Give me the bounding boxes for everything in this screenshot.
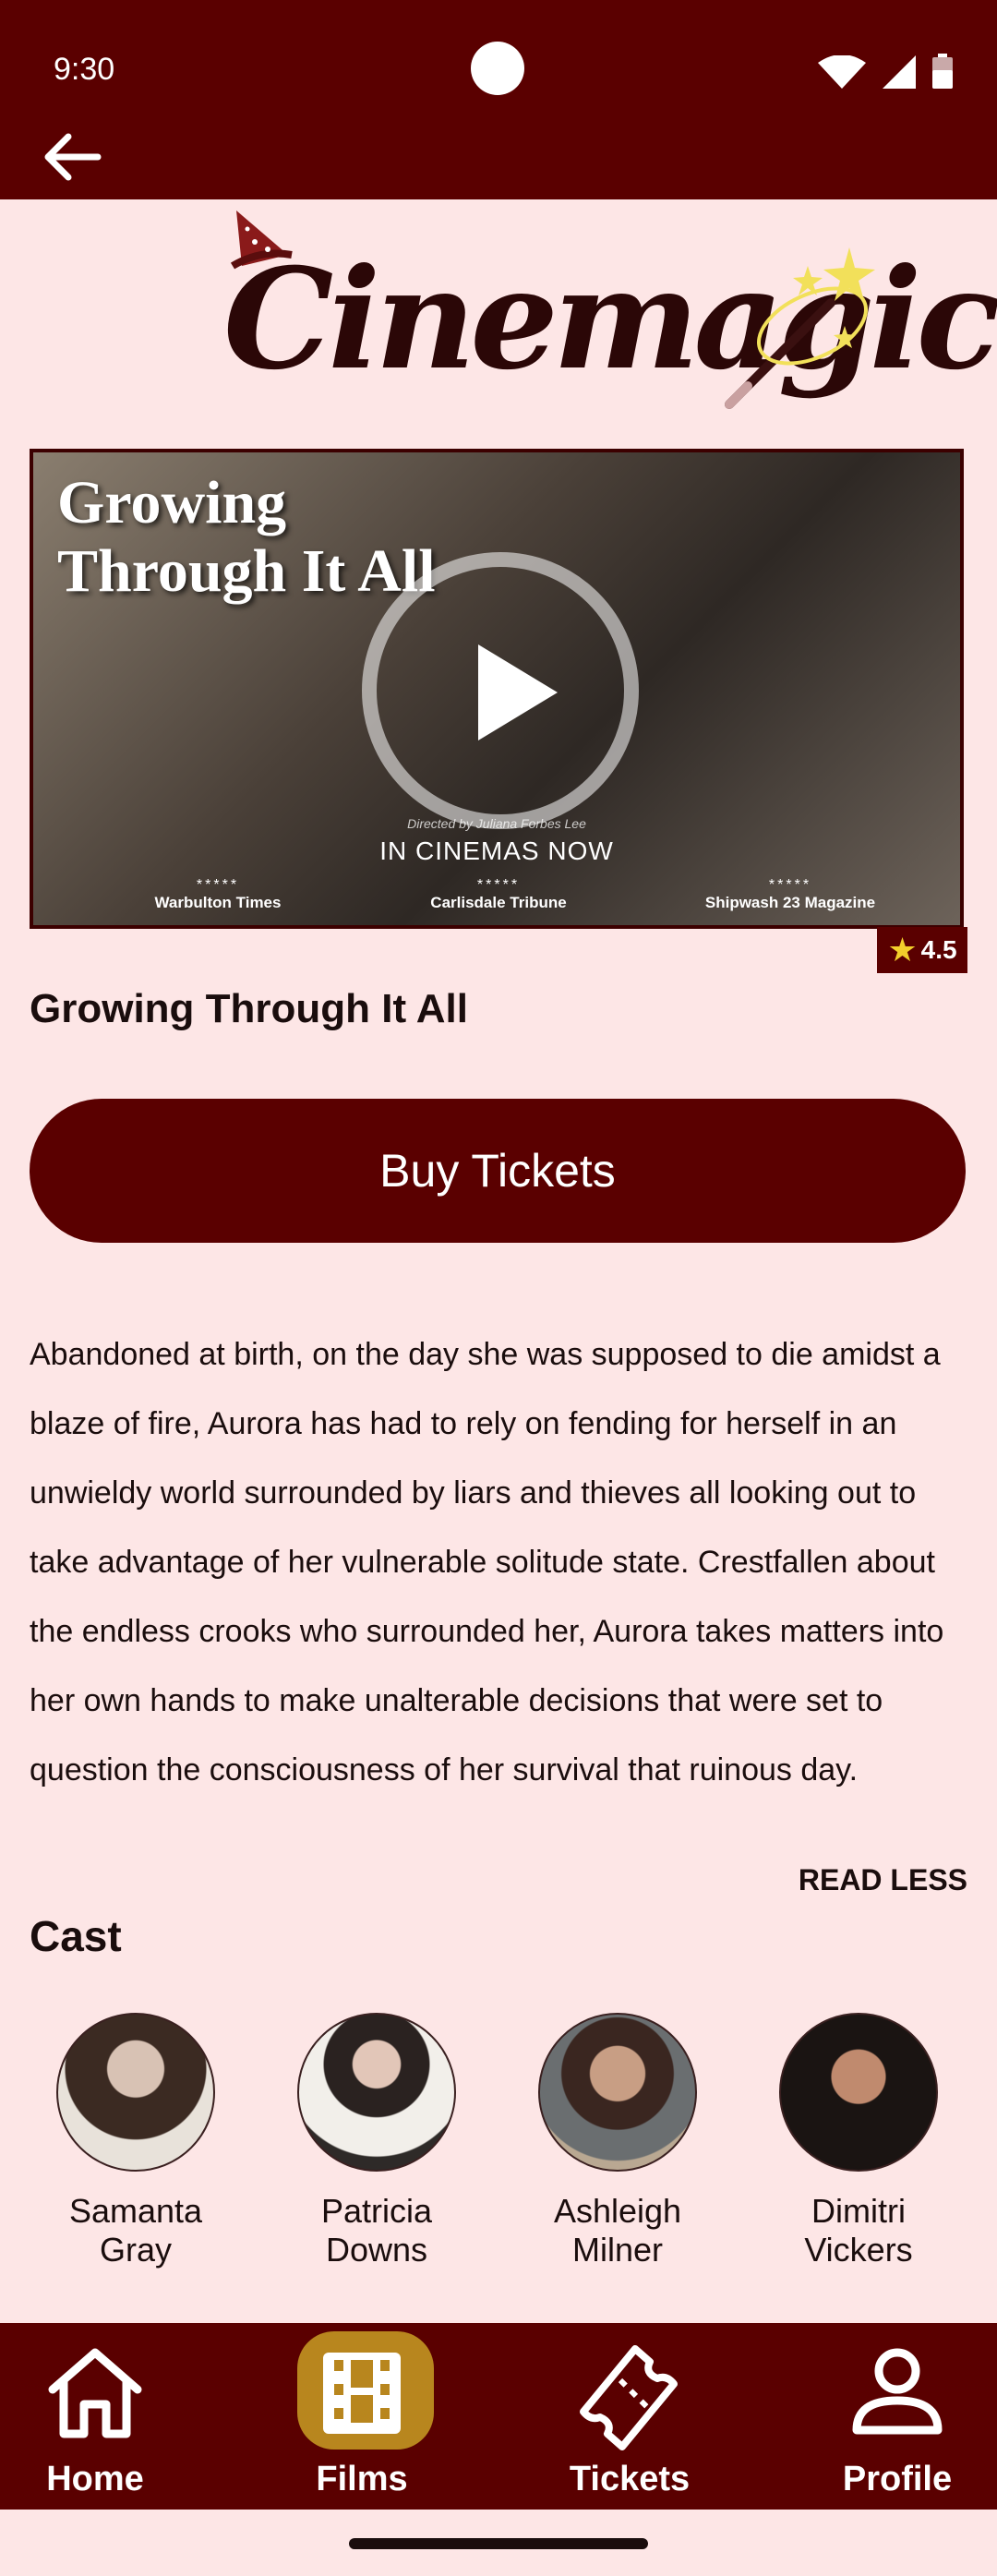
play-button[interactable] (362, 552, 639, 829)
review-item: ***** Shipwash 23 Magazine (652, 877, 929, 912)
film-icon (323, 2353, 401, 2434)
cast-member[interactable]: Ashleigh Milner (511, 2013, 724, 2269)
rating-badge: ★ 4.5 (877, 927, 967, 973)
signal-icon (883, 55, 916, 89)
banner-tagline: IN CINEMAS NOW (379, 837, 614, 865)
nav-label: Profile (842, 2460, 953, 2498)
cast-name: Patricia Downs (320, 2192, 433, 2269)
cast-name: Dimitri Vickers (804, 2192, 913, 2269)
cast-name: Ashleigh Milner (553, 2192, 682, 2269)
status-icons (818, 54, 953, 89)
review-stars: ***** (196, 877, 240, 893)
cast-member[interactable]: Patricia Downs (270, 2013, 483, 2269)
banner-title: Growing Through It All (57, 469, 436, 605)
avatar (779, 2013, 938, 2172)
wifi-icon (818, 55, 866, 89)
avatar (297, 2013, 456, 2172)
nav-profile[interactable]: Profile (805, 2323, 990, 2510)
trailer-banner[interactable]: Growing Through It All Directed by Julia… (30, 449, 964, 929)
review-source: Shipwash 23 Magazine (704, 894, 876, 911)
nav-home[interactable]: Home (3, 2323, 187, 2510)
arrow-left-icon[interactable] (39, 129, 103, 185)
ticket-icon (580, 2345, 678, 2450)
cast-list: Samanta Gray Patricia Downs Ashleigh Mil… (0, 2013, 997, 2271)
cast-member[interactable]: Dimitri Vickers (752, 2013, 965, 2269)
banner-director: Directed by Juliana Forbes Lee (407, 816, 586, 831)
battery-icon (932, 54, 953, 89)
home-icon (48, 2348, 142, 2438)
profile-icon (852, 2348, 943, 2435)
avatar (56, 2013, 215, 2172)
play-icon (478, 644, 558, 740)
film-title: Growing Through It All (30, 986, 468, 1031)
film-synopsis: Abandoned at birth, on the day she was s… (30, 1337, 944, 1788)
status-time: 9:30 (54, 52, 115, 87)
cinemagic-logo: Cinemagic (212, 201, 997, 423)
rating-value: 4.5 (920, 935, 957, 964)
review-item: ***** Carlisdale Tribune (360, 877, 637, 912)
read-less-link[interactable]: READ LESS (799, 1863, 967, 1897)
magic-wand-icon (725, 247, 875, 409)
bottom-nav: Home Films Tickets Profile (0, 2323, 997, 2510)
status-bar: 9:30 (0, 0, 997, 138)
app-bar (0, 138, 997, 199)
review-item: ***** Warbulton Times (79, 877, 356, 912)
nav-films[interactable]: Films (270, 2323, 454, 2510)
nav-label: Films (316, 2460, 408, 2498)
star-icon: ★ (887, 931, 918, 969)
review-source: Carlisdale Tribune (430, 894, 567, 911)
nav-tickets[interactable]: Tickets (537, 2323, 722, 2510)
review-source: Warbulton Times (154, 894, 282, 911)
buy-tickets-button[interactable]: Buy Tickets (30, 1099, 966, 1243)
review-stars: ***** (476, 877, 521, 893)
camera-cutout (471, 42, 524, 95)
review-stars: ***** (768, 877, 812, 893)
nav-label: Home (46, 2460, 144, 2498)
cast-member[interactable]: Samanta Gray (30, 2013, 242, 2269)
avatar (538, 2013, 697, 2172)
nav-label: Tickets (569, 2460, 691, 2498)
cast-heading: Cast (30, 1912, 122, 1960)
home-indicator[interactable] (349, 2538, 648, 2549)
cast-name: Samanta Gray (68, 2192, 203, 2269)
